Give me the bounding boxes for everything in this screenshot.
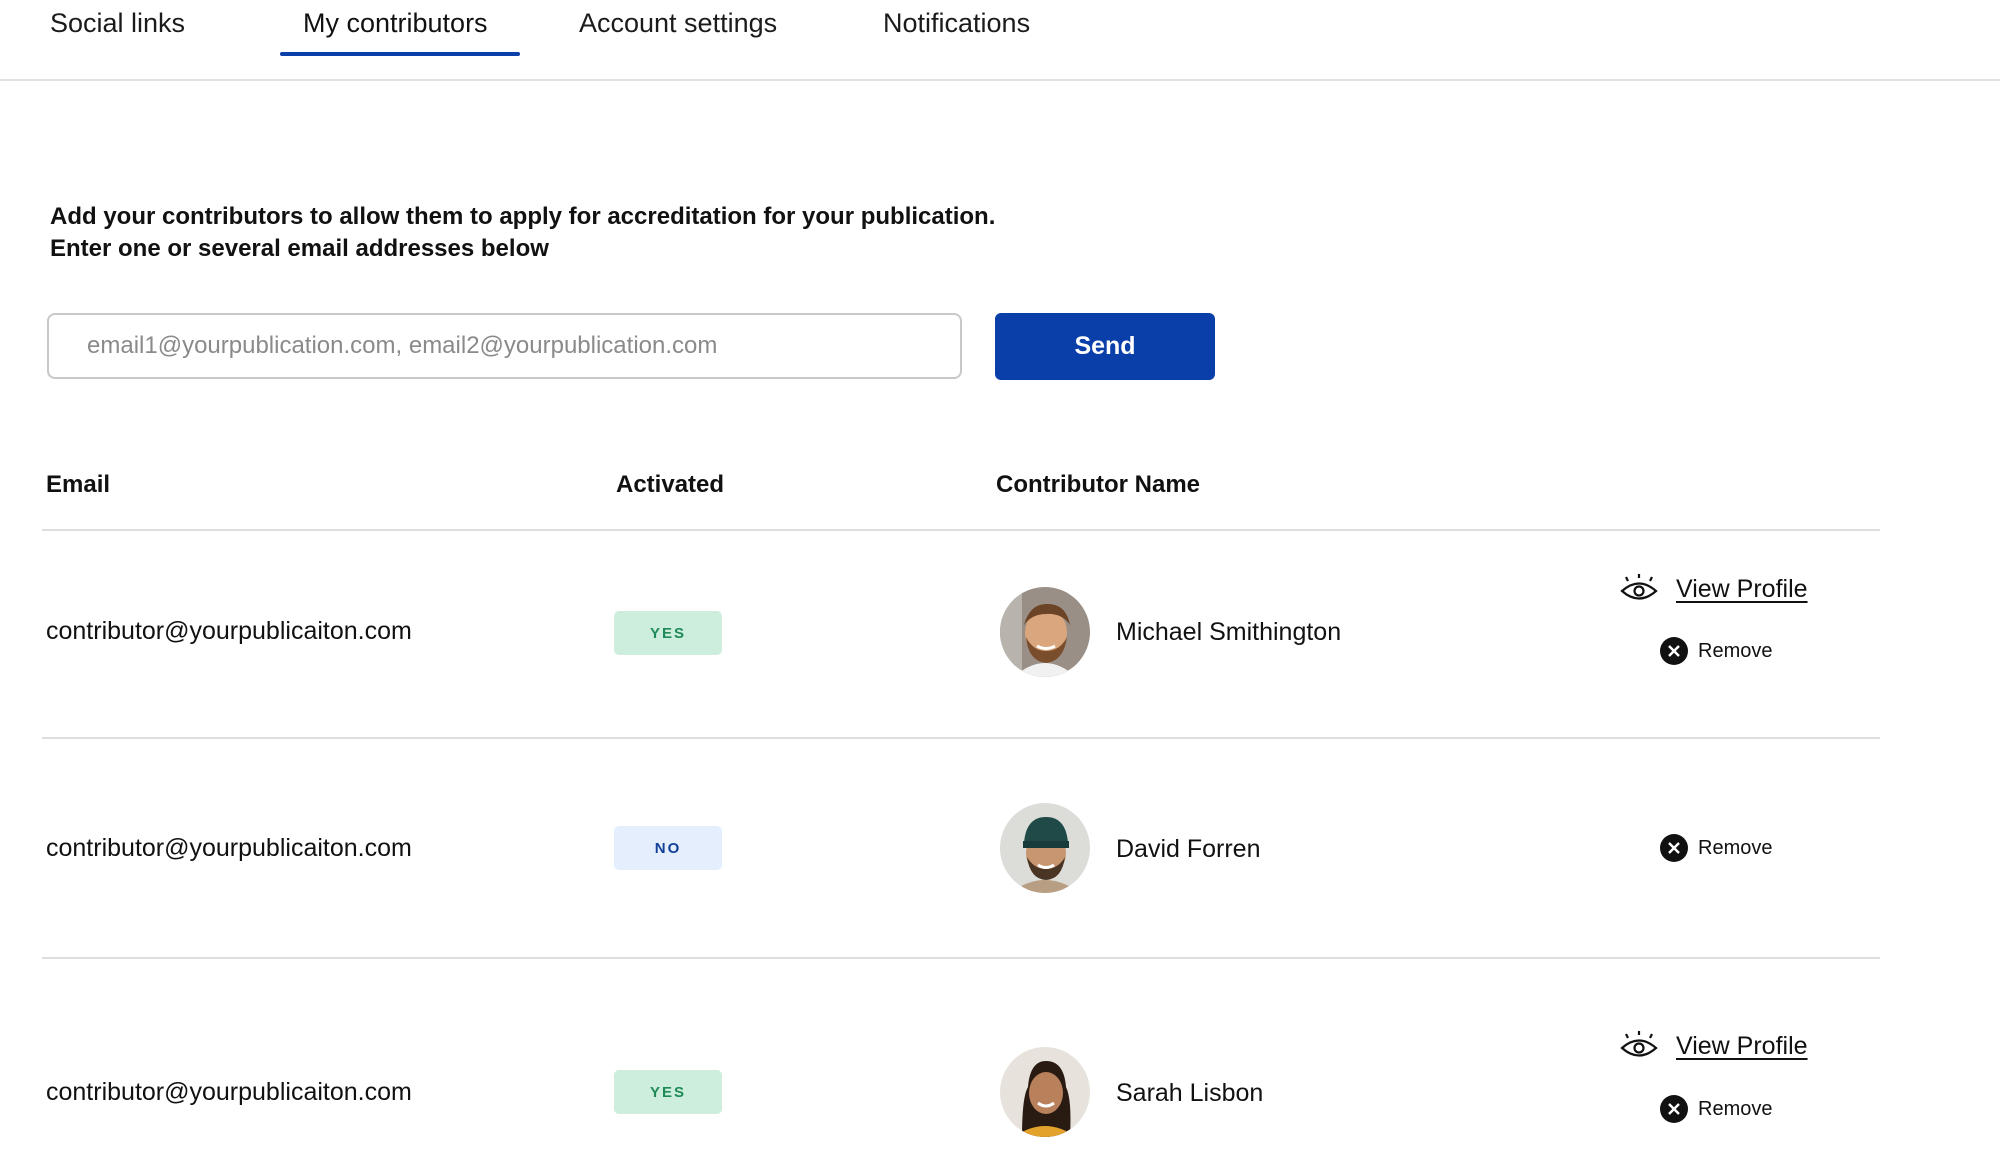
remove-label: Remove [1698,639,1773,662]
table-row: contributor@yourpublicaiton.com NO David… [0,739,2000,939]
column-header-contributor-name: Contributor Name [996,471,1200,498]
remove-label: Remove [1698,836,1773,859]
email-input[interactable] [47,313,962,379]
activated-badge: YES [614,611,722,655]
contributor-name: Michael Smithington [1116,618,1342,646]
intro-line-1: Add your contributors to allow them to a… [50,203,996,230]
tab-notifications[interactable]: Notifications [883,8,1030,39]
avatar [1000,587,1090,677]
tab-my-contributors[interactable]: My contributors [303,8,488,39]
intro-line-2: Enter one or several email addresses bel… [50,235,549,262]
view-profile-link[interactable]: View Profile [1620,574,1808,604]
close-circle-icon [1660,834,1688,862]
eye-icon [1620,1031,1658,1057]
avatar [1000,1047,1090,1137]
activated-badge: YES [614,1070,722,1114]
view-profile-link[interactable]: View Profile [1620,1031,1808,1061]
contributor-email: contributor@yourpublicaiton.com [46,834,412,862]
close-circle-icon [1660,637,1688,665]
tab-account-settings[interactable]: Account settings [579,8,777,39]
tab-bar: Social links My contributors Account set… [0,0,2000,81]
column-header-activated: Activated [616,471,725,498]
tab-social-links[interactable]: Social links [50,8,185,39]
avatar [1000,803,1090,893]
table-row: contributor@yourpublicaiton.com YES Mich… [0,531,2000,731]
remove-label: Remove [1698,1097,1773,1120]
remove-button[interactable]: Remove [1660,834,1772,862]
column-header-email: Email [46,471,111,498]
table-row: contributor@yourpublicaiton.com YES Sara… [0,959,2000,1159]
activated-badge: NO [614,826,722,870]
close-circle-icon [1660,1095,1688,1123]
view-profile-label: View Profile [1676,574,1808,603]
contributor-name: David Forren [1116,835,1261,863]
contributor-email: contributor@yourpublicaiton.com [46,617,412,645]
remove-button[interactable]: Remove [1660,1095,1772,1123]
contributor-email: contributor@yourpublicaiton.com [46,1078,412,1106]
remove-button[interactable]: Remove [1660,637,1772,665]
intro-text: Add your contributors to allow them to a… [50,201,995,265]
eye-icon [1620,574,1658,600]
send-button[interactable]: Send [995,313,1215,380]
contributor-name: Sarah Lisbon [1116,1079,1264,1107]
active-tab-indicator [280,52,520,56]
view-profile-label: View Profile [1676,1031,1808,1060]
